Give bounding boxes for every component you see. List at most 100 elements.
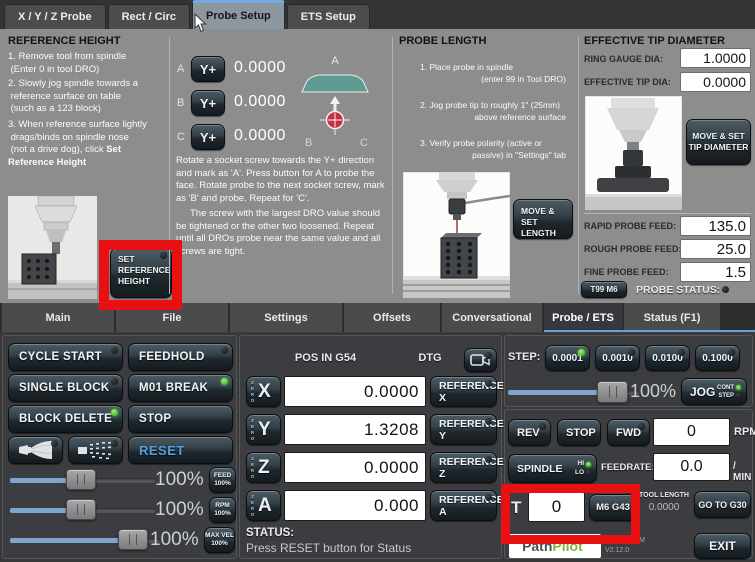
rpm-override-thumb[interactable] (66, 499, 96, 520)
tab-rect-circ[interactable]: Rect / Circ (108, 4, 190, 29)
probe-status-led (722, 286, 729, 293)
jog-speed-thumb[interactable] (597, 381, 628, 403)
step-0001-button[interactable]: 0.0001 (545, 345, 590, 371)
spindle-rev-button[interactable]: REV (508, 419, 551, 446)
spindle-button[interactable]: SPINDLE HI LO (508, 454, 597, 483)
step-0010-led (628, 349, 635, 356)
rpm-label: RPM (734, 426, 755, 438)
reference-y-button[interactable]: REFERENCE Y (430, 414, 497, 445)
spindle-nose-diagram: A B C (299, 51, 371, 149)
rapid-probe-feed-field[interactable]: 135.0 (680, 216, 751, 236)
rough-probe-feed-label: ROUGH PROBE FEED: (584, 244, 682, 254)
single-block-button[interactable]: SINGLE BLOCK (8, 374, 123, 402)
coolant-flood-icon (17, 439, 55, 461)
tab-probe-ets[interactable]: Probe / ETS (544, 303, 622, 332)
zero-y-button[interactable]: ZEROY (246, 414, 281, 445)
dro-y-field[interactable]: 1.3208 (284, 414, 426, 445)
zero-z-button[interactable]: ZEROZ (246, 452, 281, 483)
probe-b-value: 0.0000 (234, 93, 286, 111)
spindle-rev-led (539, 423, 546, 430)
step-0010-button[interactable]: 0.0010 (595, 345, 640, 371)
probe-b-yplus-button[interactable]: Y+ (191, 90, 225, 116)
feedrate-field[interactable]: 0.0 (653, 453, 730, 481)
exit-button[interactable]: EXIT (694, 533, 751, 559)
coolant-mist-icon (76, 440, 116, 460)
reference-z-button[interactable]: REFERENCE Z (430, 452, 497, 483)
reference-a-button[interactable]: REFERENCE A (430, 490, 497, 521)
m01-break-led (221, 378, 228, 385)
jog-speed-fill (508, 390, 600, 395)
annotation-box-tool-number (501, 484, 640, 544)
go-to-g30-button[interactable]: GO TO G30 (694, 491, 751, 518)
jog-speed-percent: 100% (630, 381, 676, 402)
probe-a-yplus-button[interactable]: Y+ (191, 56, 225, 82)
probe-length-step-3b: passive) in "Settings" tab (420, 150, 572, 161)
rpm-100-button[interactable]: RPM 100% (209, 497, 236, 523)
fine-probe-feed-field[interactable]: 1.5 (680, 262, 751, 282)
ring-gauge-dia-field[interactable]: 1.0000 (680, 48, 751, 68)
tab-conversational[interactable]: Conversational (442, 303, 542, 332)
spindle-fwd-button[interactable]: FWD (607, 419, 650, 446)
maxvel-override-thumb[interactable] (118, 529, 148, 550)
zero-x-button[interactable]: ZEROX (246, 376, 281, 407)
reset-button[interactable]: RESET (128, 436, 233, 464)
m01-break-button[interactable]: M01 BREAK (128, 374, 233, 402)
divider (584, 213, 751, 214)
step-0100-button[interactable]: 0.0100 (645, 345, 690, 371)
probe-length-step-3: 3. Verify probe polarity (active or (420, 138, 542, 149)
maxvel-100-button[interactable]: MAX VEL 100% (204, 527, 235, 553)
spindle-stop-button[interactable]: STOP (557, 419, 601, 446)
zero-a-button[interactable]: ZEROA (246, 490, 281, 521)
dro-a-field[interactable]: 0.000 (284, 490, 426, 521)
feed-override-thumb[interactable] (66, 469, 96, 490)
feedhold-led (221, 347, 228, 354)
mist-button[interactable] (68, 436, 123, 464)
probe-instructions-paragraph-1: Rotate a socket screw towards the Y+ dir… (176, 155, 389, 205)
probe-length-step-2b: above reference surface (420, 112, 572, 123)
tab-main[interactable]: Main (2, 303, 114, 332)
single-block-led (111, 378, 118, 385)
spindle-fwd-led (638, 423, 645, 430)
pathpilot-screen: X / Y / Z Probe Rect / Circ Probe Setup … (0, 0, 755, 562)
jog-mode-button[interactable]: JOG CONT STEP (681, 378, 747, 405)
pos-header: POS IN G54 (278, 352, 373, 364)
tab-status-f1[interactable]: Status (F1) (624, 303, 720, 332)
row-c-label: C (177, 131, 185, 143)
block-delete-button[interactable]: BLOCK DELETE (8, 405, 123, 433)
probe-c-yplus-button[interactable]: Y+ (191, 124, 225, 150)
step-1000-button[interactable]: 0.1000 (695, 345, 740, 371)
camera-button[interactable] (464, 348, 497, 372)
coolant-button[interactable] (8, 436, 63, 464)
t99-m6-button[interactable]: T99 M6 (581, 281, 627, 298)
move-and-set-length-button[interactable]: MOVE & SET LENGTH (513, 199, 573, 239)
dro-panel (239, 335, 502, 559)
cycle-start-button[interactable]: CYCLE START (8, 343, 123, 371)
feedrate-label: FEEDRATE: (601, 462, 655, 473)
dro-x-field[interactable]: 0.0000 (284, 376, 426, 407)
reference-x-led (485, 380, 492, 387)
step-0001-led (578, 349, 585, 356)
feedhold-button[interactable]: FEEDHOLD (128, 343, 233, 371)
svg-text:C: C (360, 137, 368, 149)
rpm-field[interactable]: 0 (653, 418, 730, 446)
probe-status-label: PROBE STATUS: (636, 284, 720, 296)
tab-settings[interactable]: Settings (230, 303, 342, 332)
tip-diameter-illustration (585, 96, 682, 210)
tab-offsets[interactable]: Offsets (344, 303, 440, 332)
probe-length-step-1b: (enter 99 in Tool DRO) (420, 74, 572, 85)
reference-x-button[interactable]: REFERENCE X (430, 376, 497, 407)
stop-button[interactable]: STOP (128, 405, 233, 433)
probe-length-illustration (403, 172, 510, 298)
rough-probe-feed-field[interactable]: 25.0 (680, 239, 751, 259)
version-text: V2.12.0 (605, 547, 629, 554)
dro-z-field[interactable]: 0.0000 (284, 452, 426, 483)
effective-tip-dia-field[interactable]: 0.0000 (680, 72, 751, 92)
coolant-led (51, 440, 58, 447)
tab-xyz-probe[interactable]: X / Y / Z Probe (4, 4, 106, 29)
feed-100-button[interactable]: FEED 100% (209, 467, 236, 493)
reference-a-led (485, 494, 492, 501)
cycle-start-led (111, 347, 118, 354)
reference-height-title: REFERENCE HEIGHT (8, 35, 120, 47)
move-and-set-tip-diameter-button[interactable]: MOVE & SET TIP DIAMETER (686, 119, 751, 165)
tab-ets-setup[interactable]: ETS Setup (287, 4, 370, 29)
